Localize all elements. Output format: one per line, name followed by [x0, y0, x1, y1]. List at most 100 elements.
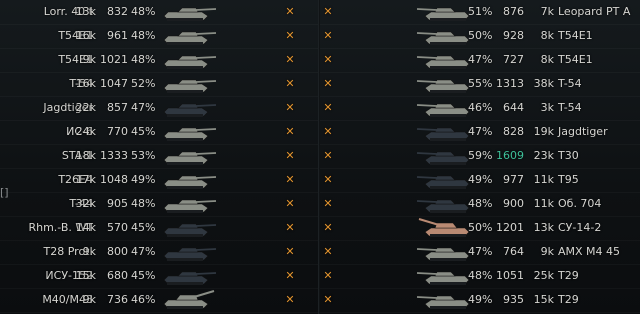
player-tank-name: T29	[558, 293, 579, 306]
side-bracket-glyph: []	[0, 186, 9, 199]
tank-light-icon	[416, 79, 470, 93]
destroyed-marker-icon: ✕	[285, 101, 295, 114]
right-player-row[interactable]: Jagdtiger 19k 828 47% ✕	[320, 120, 640, 145]
right-player-row[interactable]: T29 15k 935 49% ✕	[320, 288, 640, 313]
tank-dark-icon	[416, 151, 470, 165]
left-player-row[interactable]: Rhm.-B. WT 14k 570 45% ✕	[0, 216, 318, 241]
right-player-row[interactable]: T54E1 8k 727 47% ✕	[320, 48, 640, 73]
player-tank-name: Leopard PT A	[558, 5, 631, 18]
right-player-row[interactable]: Leopard PT A 7k 876 51% ✕	[320, 0, 640, 25]
right-player-row[interactable]: Об. 704 11k 900 48% ✕	[320, 192, 640, 217]
tank-light-icon	[163, 151, 217, 165]
destroyed-marker-icon: ✕	[285, 269, 295, 282]
tank-dark-icon	[416, 175, 470, 189]
destroyed-marker-icon: ✕	[323, 125, 333, 138]
left-player-row[interactable]: T26E4 17k 1048 49% ✕	[0, 168, 318, 193]
player-tank-name: T29	[558, 269, 579, 282]
battles-count: 22k	[75, 101, 96, 114]
destroyed-marker-icon: ✕	[323, 221, 333, 234]
efficiency-rating: 900	[503, 197, 524, 210]
player-tank-name: Об. 704	[558, 197, 602, 210]
destroyed-marker-icon: ✕	[323, 29, 333, 42]
efficiency-rating: 1609	[496, 149, 524, 162]
win-rate: 47%	[131, 101, 156, 114]
player-tank-name: СУ-14-2	[558, 221, 602, 234]
win-rate: 48%	[131, 53, 156, 66]
efficiency-rating: 1048	[100, 173, 128, 186]
battles-count: 13k	[75, 5, 96, 18]
player-tank-name: T54E1	[558, 53, 593, 66]
destroyed-marker-icon: ✕	[323, 197, 333, 210]
player-tank-name: T30	[558, 149, 579, 162]
right-player-row[interactable]: T-54 3k 644 46% ✕	[320, 96, 640, 121]
efficiency-rating: 770	[107, 125, 128, 138]
battles-count: 23k	[533, 149, 554, 162]
right-player-row[interactable]: T30 23k 1609 59% ✕	[320, 144, 640, 169]
battles-count: 18k	[75, 149, 96, 162]
player-tank-name: Jagdtiger	[558, 125, 608, 138]
right-player-row[interactable]: AMX M4 45 9k 764 47% ✕	[320, 240, 640, 265]
left-player-row[interactable]: T54E1 9k 1021 48% ✕	[0, 48, 318, 73]
destroyed-marker-icon: ✕	[323, 293, 333, 306]
efficiency-rating: 680	[107, 269, 128, 282]
efficiency-rating: 1333	[100, 149, 128, 162]
left-player-row[interactable]: ИСУ-152 15k 680 45% ✕	[0, 264, 318, 289]
left-player-row[interactable]: Jagdtiger 22k 857 47% ✕	[0, 96, 318, 121]
left-player-row[interactable]: T28 Prot. 9k 800 47% ✕	[0, 240, 318, 265]
efficiency-rating: 1047	[100, 77, 128, 90]
tank-light-icon	[416, 271, 470, 285]
destroyed-marker-icon: ✕	[285, 293, 295, 306]
battles-count: 19k	[533, 125, 554, 138]
tank-light-icon	[163, 199, 217, 213]
tank-light-icon	[416, 55, 470, 69]
left-player-row[interactable]: T-44 32k 905 48% ✕	[0, 192, 318, 217]
left-player-row[interactable]: T-54 16k 1047 52% ✕	[0, 72, 318, 97]
tank-light-icon	[163, 7, 217, 21]
right-player-row[interactable]: T54E1 8k 928 50% ✕	[320, 24, 640, 49]
right-player-row[interactable]: СУ-14-2 13k 1201 50% ✕	[320, 216, 640, 241]
battles-count: 7k	[540, 5, 554, 18]
tank-light-icon	[163, 175, 217, 189]
tank-light-icon	[416, 103, 470, 117]
battles-count: 38k	[533, 77, 554, 90]
left-player-row[interactable]: STA-1 18k 1333 53% ✕	[0, 144, 318, 169]
destroyed-marker-icon: ✕	[285, 77, 295, 90]
destroyed-marker-icon: ✕	[285, 5, 295, 18]
left-player-row[interactable]: M40/M43 9k 736 46% ✕	[0, 288, 318, 313]
left-player-row[interactable]: Lorr. 40 t 13k 832 48% ✕	[0, 0, 318, 25]
efficiency-rating: 961	[107, 29, 128, 42]
spg-orange-icon	[418, 218, 470, 237]
battles-count: 16k	[75, 29, 96, 42]
right-player-row[interactable]: T-54 38k 1313 55% ✕	[320, 72, 640, 97]
tank-light-icon	[163, 31, 217, 45]
win-rate: 48%	[131, 197, 156, 210]
battles-count: 16k	[75, 77, 96, 90]
right-player-row[interactable]: T29 25k 1051 48% ✕	[320, 264, 640, 289]
tank-light-icon	[416, 295, 470, 309]
win-rate: 53%	[131, 149, 156, 162]
destroyed-marker-icon: ✕	[323, 245, 333, 258]
battles-count: 3k	[540, 101, 554, 114]
battle-scoreboard: Lorr. 40 t 13k 832 48% ✕ T54E1 16k 961 48% ✕ T54E1…	[0, 0, 640, 314]
battles-count: 13k	[533, 221, 554, 234]
tank-light-icon	[163, 127, 217, 141]
battles-count: 15k	[533, 293, 554, 306]
left-player-row[interactable]: T54E1 16k 961 48% ✕	[0, 24, 318, 49]
efficiency-rating: 935	[503, 293, 524, 306]
battles-count: 9k	[540, 245, 554, 258]
win-rate: 45%	[131, 269, 156, 282]
player-tank-name: T95	[558, 173, 579, 186]
destroyed-marker-icon: ✕	[285, 245, 295, 258]
tank-dark-icon	[163, 247, 217, 261]
efficiency-rating: 1021	[100, 53, 128, 66]
left-player-row[interactable]: ИС-6 24k 770 45% ✕	[0, 120, 318, 145]
win-rate: 49%	[131, 173, 156, 186]
battles-count: 25k	[533, 269, 554, 282]
destroyed-marker-icon: ✕	[323, 173, 333, 186]
efficiency-rating: 736	[107, 293, 128, 306]
right-player-row[interactable]: T95 11k 977 49% ✕	[320, 168, 640, 193]
battles-count: 9k	[82, 245, 96, 258]
tank-light-icon	[163, 79, 217, 93]
win-rate: 47%	[131, 245, 156, 258]
right-team-panel: Leopard PT A 7k 876 51% ✕ T54E1 8k 928 50% ✕ T54E1…	[320, 0, 640, 314]
